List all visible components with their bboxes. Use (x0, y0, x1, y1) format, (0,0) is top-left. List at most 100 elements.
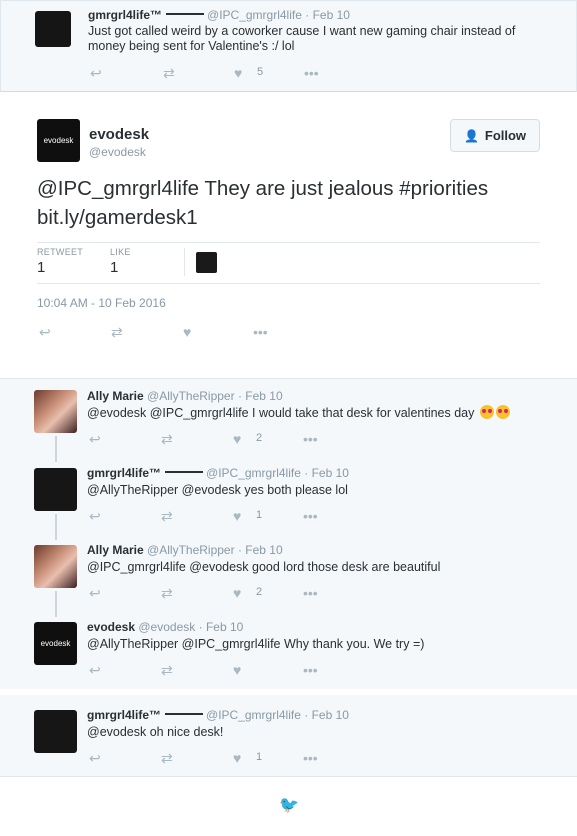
heart-icon[interactable]: ♥ (233, 585, 241, 601)
user-name[interactable]: gmrgrl4life™ (87, 466, 161, 480)
reply-icon[interactable]: ↩ (89, 508, 101, 524)
tweet-text: @IPC_gmrgrl4life @evodesk good lord thos… (87, 560, 441, 574)
tweet-header: Ally Marie @AllyTheRipper · Feb 10 (87, 543, 283, 557)
thread-line (55, 514, 57, 540)
reply-icon[interactable]: ↩ (89, 431, 101, 447)
user-name[interactable]: evodesk (89, 126, 149, 143)
heart-icon[interactable]: ♥ (234, 65, 242, 81)
tweet-text: @AllyTheRipper @IPC_gmrgrl4life Why than… (87, 637, 425, 651)
user-handle[interactable]: @evodesk (138, 620, 195, 634)
tweet-actions: ↩ ⇄ ♥ 1 ••• (87, 508, 327, 524)
user-handle[interactable]: @AllyTheRipper (147, 389, 235, 403)
avatar[interactable] (196, 252, 217, 273)
separator: · (304, 466, 309, 480)
heart-eyes-emoji-icon (495, 405, 510, 419)
more-icon[interactable]: ••• (303, 585, 318, 601)
heart-icon[interactable]: ♥ (233, 662, 241, 678)
tweet-text: @AllyTheRipper @evodesk yes both please … (87, 483, 348, 497)
user-handle[interactable]: @IPC_gmrgrl4life (206, 466, 301, 480)
tweet-time[interactable]: Feb 10 (312, 466, 349, 480)
reply-icon[interactable]: ↩ (89, 662, 101, 678)
tweet-time[interactable]: Feb 10 (206, 620, 243, 634)
separator: · (304, 708, 309, 722)
like-count: 2 (256, 586, 263, 598)
separator: · (198, 620, 203, 634)
tweet-actions: ↩ ⇄ ♥ ••• (37, 324, 277, 340)
tweet-header: gmrgrl4life™ @IPC_gmrgrl4life · Feb 10 (88, 8, 350, 22)
parent-tweet[interactable]: gmrgrl4life™ @IPC_gmrgrl4life · Feb 10 Ju… (0, 0, 577, 92)
tweet-time[interactable]: Feb 10 (313, 8, 350, 22)
divider (184, 248, 185, 276)
user-name[interactable]: evodesk (87, 620, 135, 634)
avatar[interactable]: evodesk (37, 119, 80, 162)
tweet-time[interactable]: Feb 10 (312, 708, 349, 722)
user-name[interactable]: Ally Marie (87, 389, 144, 403)
reply-icon[interactable]: ↩ (39, 324, 51, 340)
tweet-header: gmrgrl4life™ @IPC_gmrgrl4life · Feb 10 (87, 466, 349, 480)
tweet-actions: ↩ ⇄ ♥ 5 ••• (88, 65, 328, 81)
like-count: 2 (256, 432, 263, 444)
user-handle[interactable]: @IPC_gmrgrl4life (206, 708, 301, 722)
like-label: LIKE (110, 247, 131, 257)
avatar[interactable] (35, 11, 71, 47)
more-icon[interactable]: ••• (303, 431, 318, 447)
more-icon[interactable]: ••• (303, 662, 318, 678)
user-handle[interactable]: @evodesk (89, 145, 146, 159)
more-icon[interactable]: ••• (303, 508, 318, 524)
thread-line (55, 436, 57, 462)
retweet-icon[interactable]: ⇄ (161, 585, 173, 601)
retweet-count[interactable]: 1 (37, 259, 45, 276)
user-name[interactable]: gmrgrl4life™ (87, 708, 161, 722)
tweet-actions: ↩ ⇄ ♥ 2 ••• (87, 431, 327, 447)
retweet-icon[interactable]: ⇄ (163, 65, 175, 81)
heart-icon[interactable]: ♥ (183, 324, 191, 340)
retweet-icon[interactable]: ⇄ (161, 750, 173, 766)
tweet-time[interactable]: Feb 10 (245, 543, 282, 557)
more-icon[interactable]: ••• (253, 324, 268, 340)
user-name[interactable]: gmrgrl4life™ (88, 8, 162, 22)
reply-icon[interactable]: ↩ (90, 65, 102, 81)
heart-icon[interactable]: ♥ (233, 508, 241, 524)
retweet-icon[interactable]: ⇄ (161, 508, 173, 524)
separator: · (305, 8, 310, 22)
tweet-text: Just got called weird by a coworker caus… (88, 24, 516, 53)
tweet-actions: ↩ ⇄ ♥ 2 ••• (87, 585, 327, 601)
heart-icon[interactable]: ♥ (233, 750, 241, 766)
avatar[interactable] (34, 390, 77, 433)
avatar[interactable]: evodesk (34, 622, 77, 665)
retweet-label: RETWEET (37, 247, 84, 257)
follow-button[interactable]: 👤 Follow (450, 119, 540, 152)
reply-icon[interactable]: ↩ (89, 585, 101, 601)
user-handle[interactable]: @IPC_gmrgrl4life (207, 8, 302, 22)
retweet-icon[interactable]: ⇄ (111, 324, 123, 340)
tweet-actions: ↩ ⇄ ♥ ••• (87, 662, 327, 678)
divider (37, 242, 540, 243)
retweet-icon[interactable]: ⇄ (161, 431, 173, 447)
user-name[interactable]: Ally Marie (87, 543, 144, 557)
more-icon[interactable]: ••• (304, 65, 319, 81)
add-user-icon: 👤 (463, 128, 479, 143)
user-handle[interactable]: @AllyTheRipper (147, 543, 235, 557)
avatar[interactable] (34, 468, 77, 511)
heart-eyes-emoji-icon (479, 405, 494, 419)
reply-icon[interactable]: ↩ (89, 750, 101, 766)
heart-icon[interactable]: ♥ (233, 431, 241, 447)
avatar[interactable] (34, 545, 77, 588)
tweet-text: @IPC_gmrgrl4life They are just jealous #… (37, 177, 489, 229)
tweet-date[interactable]: 10:04 AM - 10 Feb 2016 (37, 296, 166, 310)
tweet-actions: ↩ ⇄ ♥ 1 ••• (87, 750, 327, 766)
thread-line (55, 591, 57, 617)
like-count: 1 (256, 751, 263, 763)
tweet-header: Ally Marie @AllyTheRipper · Feb 10 (87, 389, 283, 403)
tweet-text-content: @evodesk @IPC_gmrgrl4life I would take t… (87, 406, 475, 420)
retweet-icon[interactable]: ⇄ (161, 662, 173, 678)
gun-emoji-icon (166, 13, 205, 19)
like-count: 1 (256, 509, 263, 521)
avatar[interactable] (34, 710, 77, 753)
tweet-text: @evodesk @IPC_gmrgrl4life I would take t… (87, 405, 510, 420)
gun-emoji-icon (165, 713, 204, 719)
more-icon[interactable]: ••• (303, 750, 318, 766)
tweet-time[interactable]: Feb 10 (245, 389, 282, 403)
twitter-bird-icon: 🐦 (279, 797, 299, 814)
like-count[interactable]: 1 (110, 259, 118, 276)
